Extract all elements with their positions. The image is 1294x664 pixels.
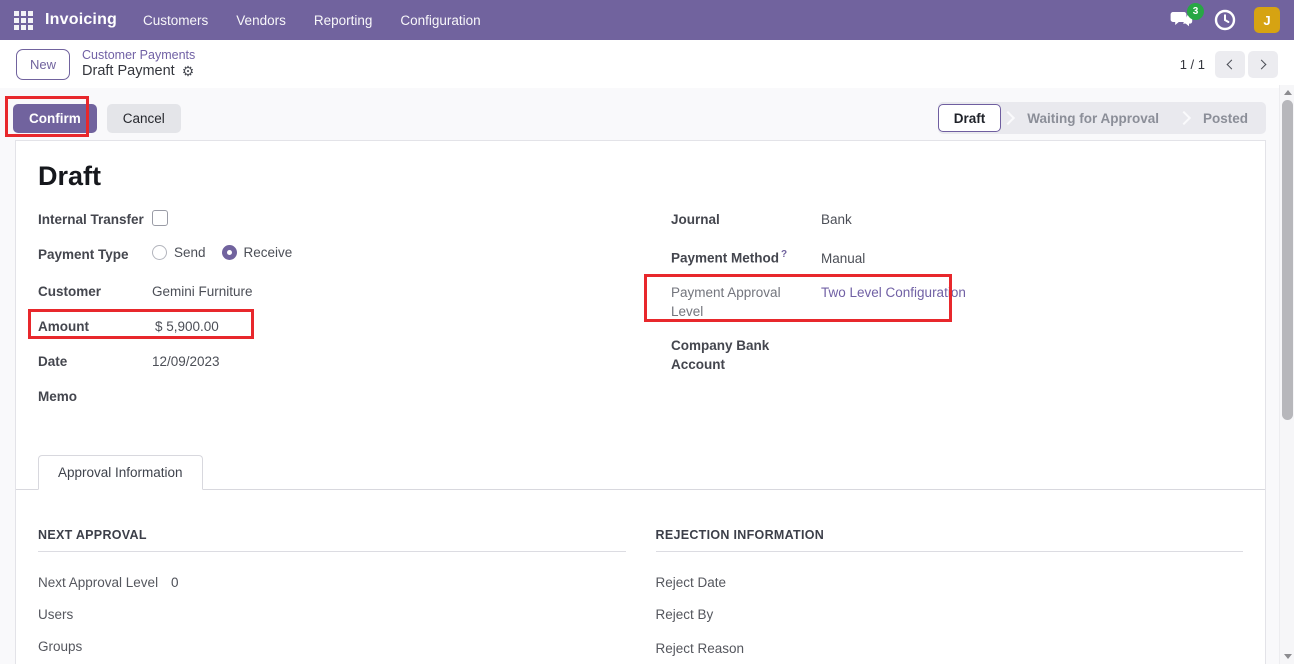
amount-field[interactable]: $ 5,900.00 — [155, 317, 219, 336]
gear-icon[interactable]: ⚙ — [182, 63, 195, 79]
messages-icon[interactable]: 3 — [1170, 9, 1196, 31]
status-waiting-for-approval[interactable]: Waiting for Approval — [1009, 111, 1177, 126]
new-button[interactable]: New — [16, 49, 70, 80]
status-posted[interactable]: Posted — [1185, 111, 1266, 126]
company-bank-account-label: Company Bank Account — [671, 336, 821, 374]
amount-label: Amount — [38, 317, 152, 336]
journal-field[interactable]: Bank — [821, 210, 852, 229]
top-menu: Customers Vendors Reporting Configuratio… — [143, 13, 481, 28]
pager-next-button[interactable] — [1248, 51, 1278, 78]
payment-approval-level-field[interactable]: Two Level Configuration — [821, 283, 966, 302]
record-title: Draft — [38, 161, 1243, 192]
cancel-button[interactable]: Cancel — [107, 104, 181, 133]
scrollbar-thumb[interactable] — [1282, 100, 1293, 420]
chevron-right-icon — [1257, 59, 1267, 69]
pager-previous-button[interactable] — [1215, 51, 1245, 78]
control-panel: New Customer Payments Draft Payment ⚙ 1 … — [0, 40, 1294, 88]
internal-transfer-label: Internal Transfer — [38, 210, 152, 229]
groups-label: Groups — [38, 639, 171, 654]
app-name[interactable]: Invoicing — [45, 11, 117, 29]
scroll-up-arrow-icon[interactable] — [1284, 90, 1292, 95]
payment-type-receive-option[interactable]: Receive — [222, 245, 293, 260]
activity-clock-icon[interactable] — [1214, 9, 1236, 31]
payment-type-label: Payment Type — [38, 245, 152, 264]
rejection-information-section: REJECTION INFORMATION Reject Date Reject… — [656, 528, 1244, 656]
breadcrumb: Customer Payments Draft Payment ⚙ — [82, 48, 195, 79]
payment-approval-level-label: Payment Approval Level — [671, 283, 821, 321]
radio-unchecked-icon — [152, 245, 167, 260]
confirm-button[interactable]: Confirm — [13, 104, 97, 133]
next-approval-title: NEXT APPROVAL — [38, 528, 626, 552]
payment-type-send-option[interactable]: Send — [152, 245, 206, 260]
menu-reporting[interactable]: Reporting — [314, 13, 373, 28]
message-count-badge: 3 — [1187, 3, 1204, 20]
users-label: Users — [38, 607, 171, 622]
breadcrumb-current: Draft Payment — [82, 63, 175, 80]
menu-customers[interactable]: Customers — [143, 13, 208, 28]
memo-label: Memo — [38, 387, 152, 406]
payment-method-field[interactable]: Manual — [821, 249, 865, 268]
next-approval-level-label: Next Approval Level — [38, 575, 171, 590]
journal-label: Journal — [671, 210, 821, 229]
help-icon[interactable]: ? — [781, 249, 787, 260]
rejection-information-title: REJECTION INFORMATION — [656, 528, 1244, 552]
reject-reason-label: Reject Reason — [656, 641, 745, 656]
customer-label: Customer — [38, 282, 152, 301]
date-label: Date — [38, 352, 152, 371]
notebook-tabs: Approval Information — [16, 455, 1265, 490]
user-avatar[interactable]: J — [1254, 7, 1280, 33]
customer-field[interactable]: Gemini Furniture — [152, 282, 253, 301]
pager-count: 1 / 1 — [1180, 57, 1205, 72]
chevron-left-icon — [1227, 59, 1237, 69]
status-draft[interactable]: Draft — [938, 104, 1002, 132]
reject-date-label: Reject Date — [656, 575, 727, 590]
internal-transfer-checkbox[interactable] — [152, 210, 168, 226]
scroll-down-arrow-icon[interactable] — [1284, 654, 1292, 659]
vertical-scrollbar[interactable] — [1279, 85, 1294, 664]
next-approval-section: NEXT APPROVAL Next Approval Level 0 User… — [38, 528, 626, 656]
menu-vendors[interactable]: Vendors — [236, 13, 286, 28]
next-approval-level-value[interactable]: 0 — [171, 575, 179, 590]
form-sheet: Draft Internal Transfer Payment Type Sen… — [15, 140, 1266, 664]
status-button-bar: Confirm Cancel Draft Waiting for Approva… — [0, 88, 1294, 140]
menu-configuration[interactable]: Configuration — [400, 13, 480, 28]
breadcrumb-parent-link[interactable]: Customer Payments — [82, 48, 195, 62]
statusbar: Draft Waiting for Approval Posted — [938, 102, 1266, 134]
radio-checked-icon — [222, 245, 237, 260]
payment-method-label: Payment Method? — [671, 245, 821, 268]
top-navbar: Invoicing Customers Vendors Reporting Co… — [0, 0, 1294, 40]
tab-approval-information[interactable]: Approval Information — [38, 455, 203, 490]
reject-by-label: Reject By — [656, 607, 714, 622]
apps-grid-icon[interactable] — [14, 11, 33, 30]
date-field[interactable]: 12/09/2023 — [152, 352, 220, 371]
